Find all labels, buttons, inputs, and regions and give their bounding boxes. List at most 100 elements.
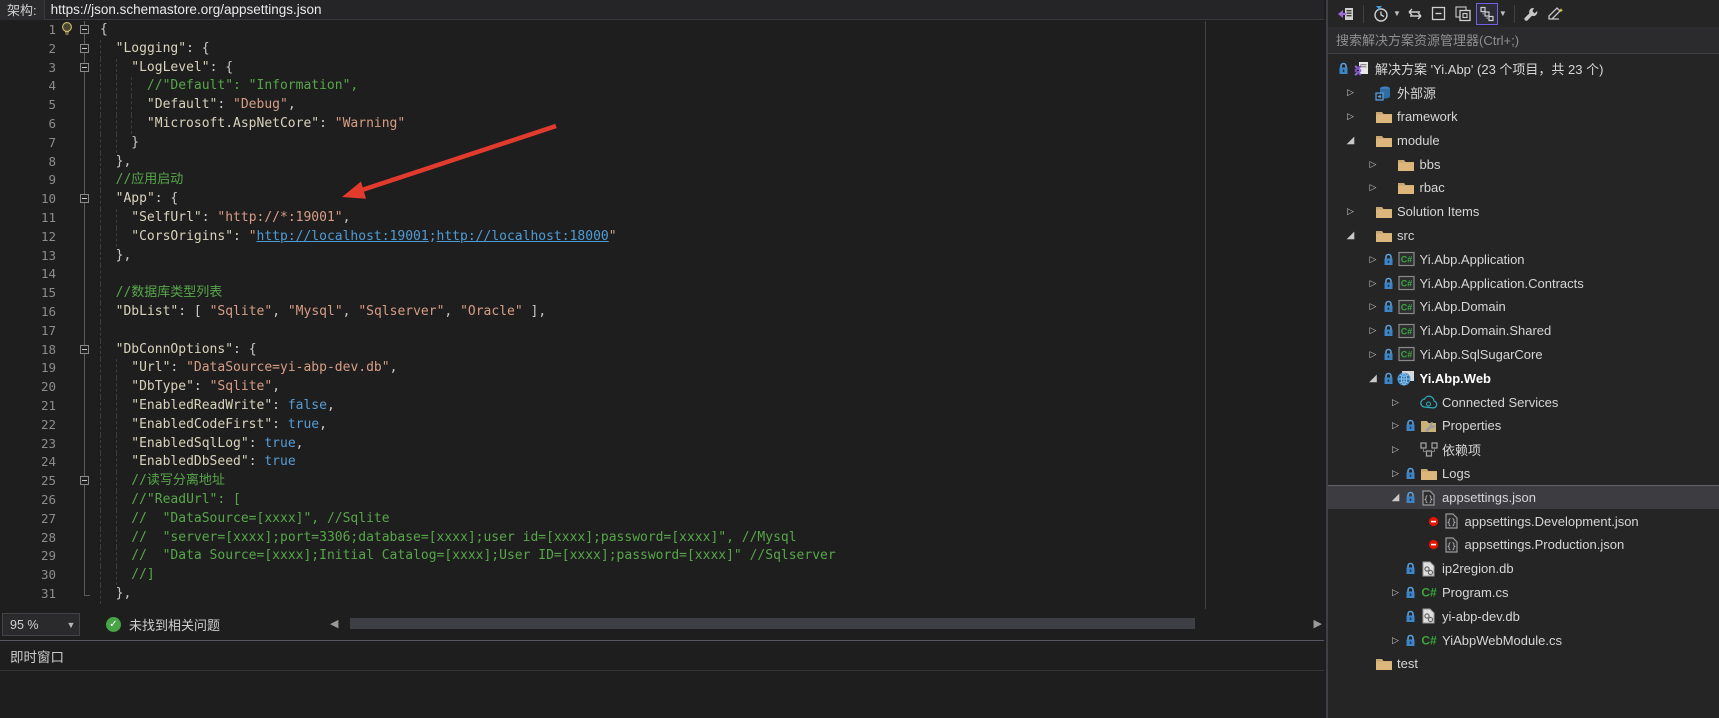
code-line[interactable]: 7} <box>0 134 1324 153</box>
collapsed-arrow-icon[interactable]: ▷ <box>1388 444 1403 455</box>
fold-marker[interactable] <box>56 190 100 209</box>
switch-views-icon[interactable] <box>1335 3 1357 25</box>
tree-row[interactable]: ▷bbs <box>1328 152 1719 176</box>
chevron-down-icon[interactable]: ▼ <box>1499 9 1507 18</box>
tree-row[interactable]: {}appsettings.Development.json <box>1328 509 1719 533</box>
code-line[interactable]: 20"DbType": "Sqlite", <box>0 378 1324 397</box>
collapsed-arrow-icon[interactable]: ▷ <box>1366 301 1381 312</box>
tree-row[interactable]: 解决方案 'Yi.Abp' (23 个项目，共 23 个) <box>1328 57 1719 81</box>
collapsed-arrow-icon[interactable]: ▷ <box>1388 587 1403 598</box>
tree-row[interactable]: ◢Yi.Abp.Web <box>1328 366 1719 390</box>
code-line[interactable]: 13}, <box>0 247 1324 266</box>
fold-marker[interactable] <box>56 472 100 491</box>
code-line[interactable]: 23"EnabledSqlLog": true, <box>0 435 1324 454</box>
code-line[interactable]: 8}, <box>0 153 1324 172</box>
code-line[interactable]: 30//] <box>0 566 1324 585</box>
code-line[interactable]: 19"Url": "DataSource=yi-abp-dev.db", <box>0 359 1324 378</box>
code-line[interactable]: 11"SelfUrl": "http://*:19001", <box>0 209 1324 228</box>
scroll-right-icon[interactable]: ▶ <box>1314 617 1322 630</box>
pending-changes-filter-icon[interactable] <box>1370 3 1392 25</box>
code-line[interactable]: 22"EnabledCodeFirst": true, <box>0 416 1324 435</box>
tree-row[interactable]: ◢module <box>1328 128 1719 152</box>
code-line[interactable]: 18"DbConnOptions": { <box>0 341 1324 360</box>
fold-marker[interactable] <box>56 40 100 59</box>
properties-icon[interactable] <box>1521 3 1543 25</box>
immediate-window-title[interactable]: 即时窗口 <box>0 641 1324 671</box>
expanded-arrow-icon[interactable]: ◢ <box>1388 492 1403 503</box>
show-all-files-icon[interactable] <box>1452 3 1474 25</box>
code-line[interactable]: 16"DbList": [ "Sqlite", "Mysql", "Sqlser… <box>0 303 1324 322</box>
tree-row[interactable]: ▷framework <box>1328 105 1719 129</box>
editor-pane[interactable]: 架构: https://json.schemastore.org/appsett… <box>0 0 1324 718</box>
tree-row[interactable]: ▷Logs <box>1328 462 1719 486</box>
tree-row[interactable]: ▷C#Yi.Abp.Application <box>1328 247 1719 271</box>
search-input[interactable] <box>1328 27 1719 53</box>
horizontal-scrollbar[interactable]: ◀ ▶ <box>330 615 1324 633</box>
code-line[interactable]: 15//数据库类型列表 <box>0 284 1324 303</box>
collapsed-arrow-icon[interactable]: ▷ <box>1366 254 1381 265</box>
code-line[interactable]: 12"CorsOrigins": "http://localhost:19001… <box>0 228 1324 247</box>
tree-row[interactable]: yi-abp-dev.db <box>1328 604 1719 628</box>
code-line[interactable]: 24"EnabledDbSeed": true <box>0 453 1324 472</box>
tree-row[interactable]: ip2region.db <box>1328 557 1719 581</box>
code-line[interactable]: 29// "Data Source=[xxxx];Initial Catalog… <box>0 547 1324 566</box>
collapsed-arrow-icon[interactable]: ▷ <box>1366 278 1381 289</box>
zoom-level-dropdown[interactable]: 95 % ▼ <box>2 613 80 636</box>
tree-row[interactable]: ▷C#Yi.Abp.Domain.Shared <box>1328 319 1719 343</box>
code-line[interactable]: 9//应用启动 <box>0 171 1324 190</box>
code-line[interactable]: 2"Logging": { <box>0 40 1324 59</box>
collapsed-arrow-icon[interactable]: ▷ <box>1388 420 1403 431</box>
collapsed-arrow-icon[interactable]: ▷ <box>1366 182 1381 193</box>
scroll-left-icon[interactable]: ◀ <box>330 617 338 630</box>
code-line[interactable]: 6"Microsoft.AspNetCore": "Warning" <box>0 115 1324 134</box>
code-line[interactable]: 17 <box>0 322 1324 341</box>
lightbulb-icon[interactable] <box>60 21 74 37</box>
expanded-arrow-icon[interactable]: ◢ <box>1366 373 1381 384</box>
collapsed-arrow-icon[interactable]: ▷ <box>1388 635 1403 646</box>
collapsed-arrow-icon[interactable]: ▷ <box>1343 111 1358 122</box>
editor-vertical-scrollbar[interactable] <box>1205 21 1206 609</box>
code-line[interactable]: 28// "server=[xxxx];port=3306;database=[… <box>0 529 1324 548</box>
code-area[interactable]: 1{2"Logging": {3"LogLevel": {4//"Default… <box>0 21 1324 611</box>
tree-row[interactable]: ▷外部源 <box>1328 81 1719 105</box>
tree-row[interactable]: {}appsettings.Production.json <box>1328 533 1719 557</box>
fold-marker[interactable] <box>56 59 100 78</box>
tree-row[interactable]: ▷Properties <box>1328 414 1719 438</box>
expanded-arrow-icon[interactable]: ◢ <box>1343 230 1358 241</box>
code-line[interactable]: 31}, <box>0 585 1324 604</box>
sync-with-active-document-icon[interactable] <box>1404 3 1426 25</box>
tree-row[interactable]: test <box>1328 652 1719 676</box>
code-line[interactable]: 14 <box>0 265 1324 284</box>
tree-row[interactable]: ▷C#Program.cs <box>1328 581 1719 605</box>
scrollbar-thumb[interactable] <box>350 618 1195 629</box>
code-line[interactable]: 3"LogLevel": { <box>0 59 1324 78</box>
tree-row[interactable]: ▷rbac <box>1328 176 1719 200</box>
collapsed-arrow-icon[interactable]: ▷ <box>1388 468 1403 479</box>
fold-marker[interactable] <box>56 341 100 360</box>
code-line[interactable]: 27// "DataSource=[xxxx]", //Sqlite <box>0 510 1324 529</box>
collapsed-arrow-icon[interactable]: ▷ <box>1366 349 1381 360</box>
collapsed-arrow-icon[interactable]: ▷ <box>1343 87 1358 98</box>
code-line[interactable]: 26//"ReadUrl": [ <box>0 491 1324 510</box>
collapse-all-icon[interactable] <box>1428 3 1450 25</box>
code-line[interactable]: 10"App": { <box>0 190 1324 209</box>
preview-selected-items-icon[interactable] <box>1545 3 1567 25</box>
tree-row[interactable]: ▷C#Yi.Abp.Domain <box>1328 295 1719 319</box>
tree-row[interactable]: ▷C#YiAbpWebModule.cs <box>1328 628 1719 652</box>
document-health-indicator[interactable]: ✓ 未找到相关问题 <box>106 615 220 634</box>
tree-row[interactable]: ▷Solution Items <box>1328 200 1719 224</box>
collapsed-arrow-icon[interactable]: ▷ <box>1366 325 1381 336</box>
tree-row[interactable]: ◢{}appsettings.json <box>1328 485 1719 509</box>
tree-row[interactable]: ◢src <box>1328 224 1719 248</box>
code-line[interactable]: 25//读写分离地址 <box>0 472 1324 491</box>
tree-row[interactable]: ▷依赖项 <box>1328 438 1719 462</box>
file-nesting-icon[interactable] <box>1476 3 1498 25</box>
code-line[interactable]: 1{ <box>0 21 1324 40</box>
immediate-window-content[interactable] <box>0 671 1324 717</box>
tree-row[interactable]: ▷Connected Services <box>1328 390 1719 414</box>
collapsed-arrow-icon[interactable]: ▷ <box>1366 159 1381 170</box>
tree-row[interactable]: ▷C#Yi.Abp.Application.Contracts <box>1328 271 1719 295</box>
code-line[interactable]: 21"EnabledReadWrite": false, <box>0 397 1324 416</box>
code-line[interactable]: 5"Default": "Debug", <box>0 96 1324 115</box>
schema-url-combobox[interactable]: https://json.schemastore.org/appsettings… <box>45 2 322 17</box>
